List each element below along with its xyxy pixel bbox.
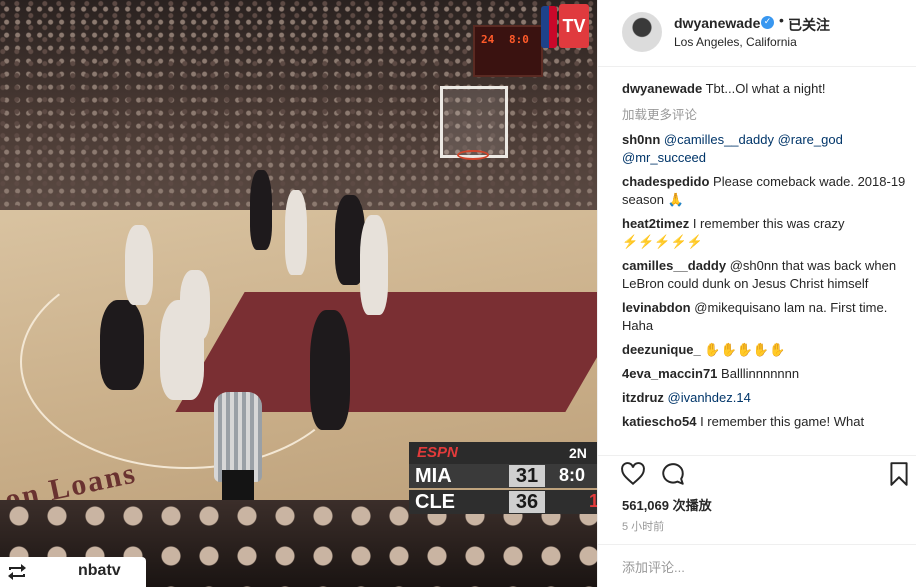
comment-item: heat2timez I remember this was crazy ⚡⚡⚡… — [622, 215, 907, 251]
comment-item: sh0nn @camilles__daddy @rare_god @mr_suc… — [622, 131, 907, 167]
player — [100, 300, 144, 390]
arena-shot-clock: 24 8:0 — [473, 25, 543, 77]
player — [125, 225, 153, 305]
comment-username[interactable]: camilles__daddy — [622, 258, 726, 273]
scoreboard-header: ESPN 2N — [409, 442, 597, 464]
post-caption: dwyanewade Tbt...Ol what a night! — [622, 80, 907, 98]
basket-rim — [457, 150, 489, 160]
network-logo: ESPN — [417, 444, 458, 461]
comment-username[interactable]: deezunique_ — [622, 342, 701, 357]
video-player[interactable]: 24 8:0 on Loans TV ESPN 2N MIA 31 8:0 CL… — [0, 0, 597, 587]
nba-tv-badge: TV — [559, 4, 589, 48]
repost-account[interactable]: nbatv — [78, 562, 121, 580]
comment-item: chadespedido Please comeback wade. 2018-… — [622, 173, 907, 209]
team-score: 36 — [509, 491, 545, 513]
comment-text: I remember this game! What — [700, 414, 865, 429]
scoreboard-overlay: ESPN 2N MIA 31 8:0 CLE 36 17 — [409, 442, 597, 516]
comment-text: @ivanhdez.14 — [667, 390, 751, 405]
post-side-panel: dwyanewade ✓ • 已关注 Los Angeles, Californ… — [597, 0, 916, 587]
repost-icon — [6, 563, 28, 581]
comment-username[interactable]: levinabdon — [622, 300, 691, 315]
backboard — [440, 86, 508, 158]
caption-text: Tbt...Ol what a night! — [705, 81, 826, 96]
scoreboard-row: CLE 36 17 — [409, 490, 597, 514]
post-timestamp[interactable]: 5 小时前 — [622, 518, 664, 534]
load-more-comments-button[interactable]: 加载更多评论 — [622, 104, 907, 123]
caption-username[interactable]: dwyanewade — [622, 81, 702, 96]
game-clock: 8:0 — [559, 465, 586, 485]
comment-username[interactable]: chadespedido — [622, 174, 709, 189]
follow-status-button[interactable]: 已关注 — [788, 15, 830, 35]
player — [180, 270, 210, 340]
comment-item: itzdruz @ivanhdez.14 — [622, 389, 907, 407]
comment-item: deezunique_ ✋✋✋✋✋ — [622, 341, 907, 359]
comment-text: Balllinnnnnnn — [721, 366, 800, 381]
comment-input[interactable] — [620, 555, 884, 579]
view-count[interactable]: 561,069 次播放 — [622, 495, 712, 514]
post-header: dwyanewade ✓ • 已关注 Los Angeles, Californ… — [598, 0, 916, 67]
repost-credit: nbatv — [0, 557, 146, 587]
player — [285, 190, 307, 275]
action-bar — [598, 455, 916, 496]
instagram-post: 24 8:0 on Loans TV ESPN 2N MIA 31 8:0 CL… — [0, 0, 916, 587]
comment-username[interactable]: 4eva_maccin71 — [622, 366, 717, 381]
speech-bubble-icon[interactable] — [660, 461, 686, 487]
team-score: 31 — [509, 465, 545, 487]
comment-item: levinabdon @mikequisano lam na. First ti… — [622, 299, 907, 335]
comment-item: katiescho54 I remember this game! What — [622, 413, 907, 431]
post-location[interactable]: Los Angeles, California — [674, 35, 797, 49]
bookmark-icon[interactable] — [886, 461, 912, 487]
comment-username[interactable]: itzdruz — [622, 390, 664, 405]
comment-item: 4eva_maccin71 Balllinnnnnnn — [622, 365, 907, 383]
avatar[interactable] — [622, 12, 662, 52]
comment-item: camilles__daddy @sh0nn that was back whe… — [622, 257, 907, 293]
player — [250, 170, 272, 250]
scoreboard-row: MIA 31 8:0 — [409, 464, 597, 488]
referee — [214, 392, 262, 482]
separator-dot: • — [779, 12, 784, 28]
shot-clock: 17 — [589, 491, 597, 511]
nba-logo-icon — [541, 6, 557, 48]
verified-badge-icon: ✓ — [761, 16, 774, 29]
player — [310, 310, 350, 430]
comment-username[interactable]: heat2timez — [622, 216, 689, 231]
author-username[interactable]: dwyanewade — [674, 15, 760, 31]
comment-text: ✋✋✋✋✋ — [704, 342, 786, 357]
team-name: MIA — [415, 465, 452, 487]
player — [360, 215, 388, 315]
game-period: 2N — [569, 445, 587, 461]
comment-username[interactable]: katiescho54 — [622, 414, 696, 429]
team-name: CLE — [415, 491, 455, 513]
add-comment-bar — [598, 544, 916, 588]
heart-icon[interactable] — [620, 461, 646, 487]
comments-list[interactable]: dwyanewade Tbt...Ol what a night! 加载更多评论… — [622, 80, 907, 450]
comment-username[interactable]: sh0nn — [622, 132, 660, 147]
